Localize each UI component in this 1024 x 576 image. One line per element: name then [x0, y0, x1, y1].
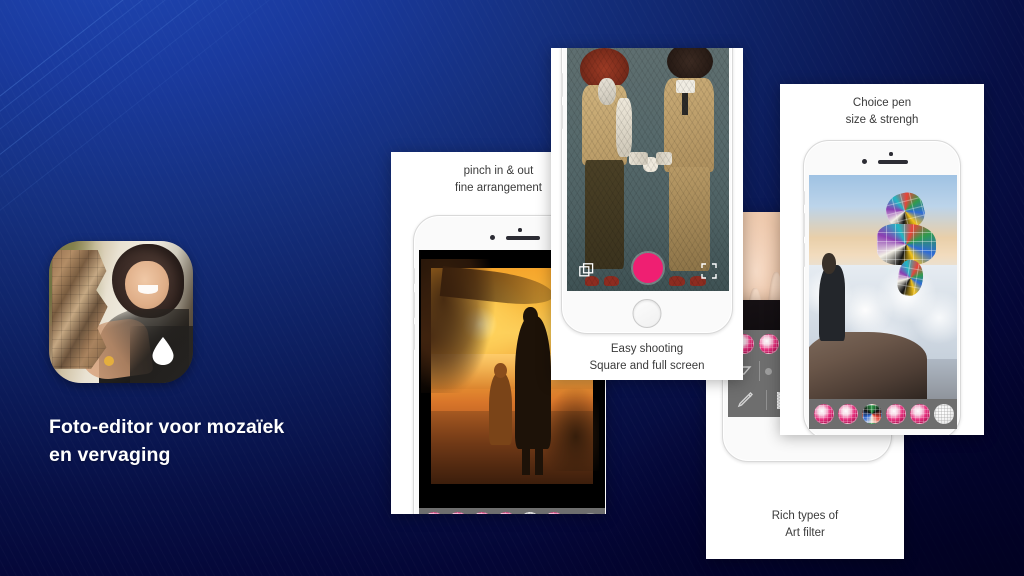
filter-thumb-3[interactable]	[862, 404, 882, 424]
art-filter-caption-line-2: Art filter	[785, 526, 825, 539]
phone-bottom-bezel-center	[562, 291, 732, 335]
filter-thumb-5[interactable]	[520, 512, 540, 514]
page-title: Foto-editor voor mozaïek en vervaging	[49, 413, 359, 469]
water-drop-icon	[150, 336, 176, 366]
filter-strip-left[interactable]: ✕	[419, 508, 605, 514]
proximity-sensor-icon	[518, 228, 522, 232]
filter-thumb-3[interactable]	[472, 512, 492, 514]
filter-strip-right[interactable]: ✕	[809, 399, 957, 429]
pen-caption: Choice pen size & strengh	[780, 84, 984, 128]
filter-thumb-4[interactable]	[886, 404, 906, 424]
front-camera-icon	[862, 159, 867, 164]
phone-bottom-bezel-right	[804, 429, 960, 435]
brand-block: Foto-editor voor mozaïek en vervaging	[49, 241, 359, 469]
filter-thumb-1[interactable]	[424, 512, 444, 514]
brush-size-dot[interactable]	[765, 367, 772, 375]
phone-mockup-center	[561, 48, 733, 334]
two-people-tweed-suits-photo	[567, 48, 729, 291]
fullscreen-icon[interactable]	[701, 263, 717, 279]
square-aspect-icon[interactable]	[579, 263, 595, 279]
close-filter-button[interactable]: ✕	[581, 512, 600, 514]
phone-mockup-right: ✕	[803, 140, 961, 435]
man-above-clouds-photo	[809, 175, 957, 399]
camera-feature-card[interactable]: Easy shooting Square and full screen	[551, 48, 743, 380]
filter-thumb-2[interactable]	[759, 334, 779, 354]
filter-thumb-2[interactable]	[448, 512, 468, 514]
filter-thumb-6[interactable]	[544, 512, 564, 514]
page-title-line-2: en vervaging	[49, 444, 171, 466]
art-filter-caption-line-1: Rich types of	[771, 510, 839, 522]
shutter-button[interactable]	[633, 253, 663, 283]
oval-selection-overlay[interactable]	[463, 291, 558, 452]
camera-control-bar[interactable]	[567, 247, 729, 291]
pen-feature-card[interactable]: Choice pen size & strengh	[780, 84, 984, 435]
earpiece-speaker	[506, 236, 540, 240]
mosaic-stroke-2	[877, 224, 937, 265]
phone-screen-right[interactable]: ✕	[809, 175, 957, 429]
camera-caption-line-1: Easy shooting	[610, 343, 684, 355]
earpiece-speaker	[878, 160, 908, 164]
filter-thumb-2[interactable]	[838, 404, 858, 424]
page-title-line-1: Foto-editor voor mozaïek	[49, 416, 285, 438]
art-filter-caption: Rich types of Art filter	[706, 508, 904, 541]
filter-thumb-5[interactable]	[910, 404, 930, 424]
phone-screen-center[interactable]	[567, 48, 729, 291]
home-button-center[interactable]	[632, 299, 662, 328]
filter-thumb-1[interactable]	[814, 404, 834, 424]
pen-caption-line-1: Choice pen	[852, 97, 912, 109]
camera-caption-line-2: Square and full screen	[589, 359, 705, 372]
filter-thumb-6[interactable]	[934, 404, 954, 424]
filter-thumb-4[interactable]	[496, 512, 516, 514]
proximity-sensor-icon	[889, 152, 893, 156]
app-icon[interactable]	[49, 241, 193, 383]
camera-caption: Easy shooting Square and full screen	[551, 341, 743, 374]
phone-top-bezel-right	[804, 141, 960, 175]
pen-caption-line-2: size & strengh	[845, 113, 919, 126]
front-camera-icon	[490, 235, 495, 240]
